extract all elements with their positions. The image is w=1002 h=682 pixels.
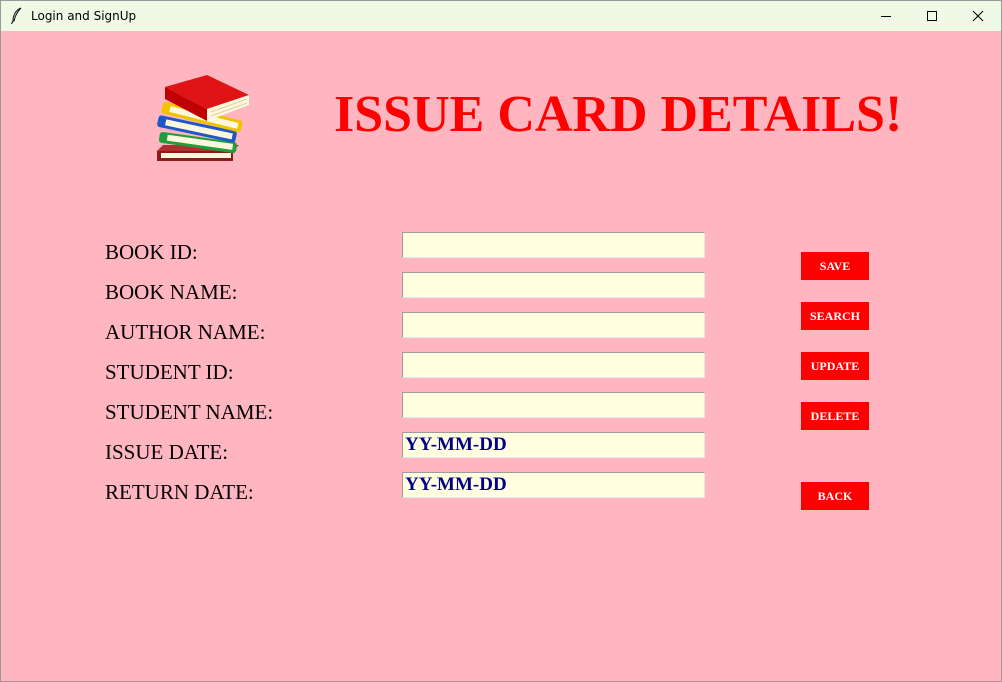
maximize-button[interactable] [909,1,955,31]
issue-date-input[interactable] [402,432,705,458]
books-stack-icon [157,75,249,161]
minimize-button[interactable] [863,1,909,31]
app-window: Login and SignUp ISSUE CARD DETAILS! BOO… [0,0,1002,682]
maximize-icon [927,11,937,21]
issue-card-panel: ISSUE CARD DETAILS! BOOK ID: BOOK NAME: … [1,31,1001,681]
close-icon [972,10,984,22]
close-button[interactable] [955,1,1001,31]
book-id-label: BOOK ID: [105,240,198,264]
student-id-label: STUDENT ID: [105,360,234,384]
back-button[interactable]: BACK [801,482,869,510]
page-title: ISSUE CARD DETAILS! [334,86,903,143]
delete-button[interactable]: DELETE [801,402,869,430]
student-name-label: STUDENT NAME: [105,400,274,424]
feather-icon [10,7,22,25]
save-button[interactable]: SAVE [801,252,869,280]
return-date-label: RETURN DATE: [105,480,254,504]
student-id-input[interactable] [402,352,705,378]
author-name-input[interactable] [402,312,705,338]
minimize-icon [881,16,891,17]
window-title: Login and SignUp [31,9,137,23]
book-name-label: BOOK NAME: [105,280,238,304]
book-id-input[interactable] [402,232,705,258]
student-name-input[interactable] [402,392,705,418]
return-date-input[interactable] [402,472,705,498]
issue-date-label: ISSUE DATE: [105,440,229,464]
update-button[interactable]: UPDATE [801,352,869,380]
author-name-label: AUTHOR NAME: [105,320,266,344]
book-name-input[interactable] [402,272,705,298]
search-button[interactable]: SEARCH [801,302,869,330]
title-bar[interactable]: Login and SignUp [1,1,1001,31]
